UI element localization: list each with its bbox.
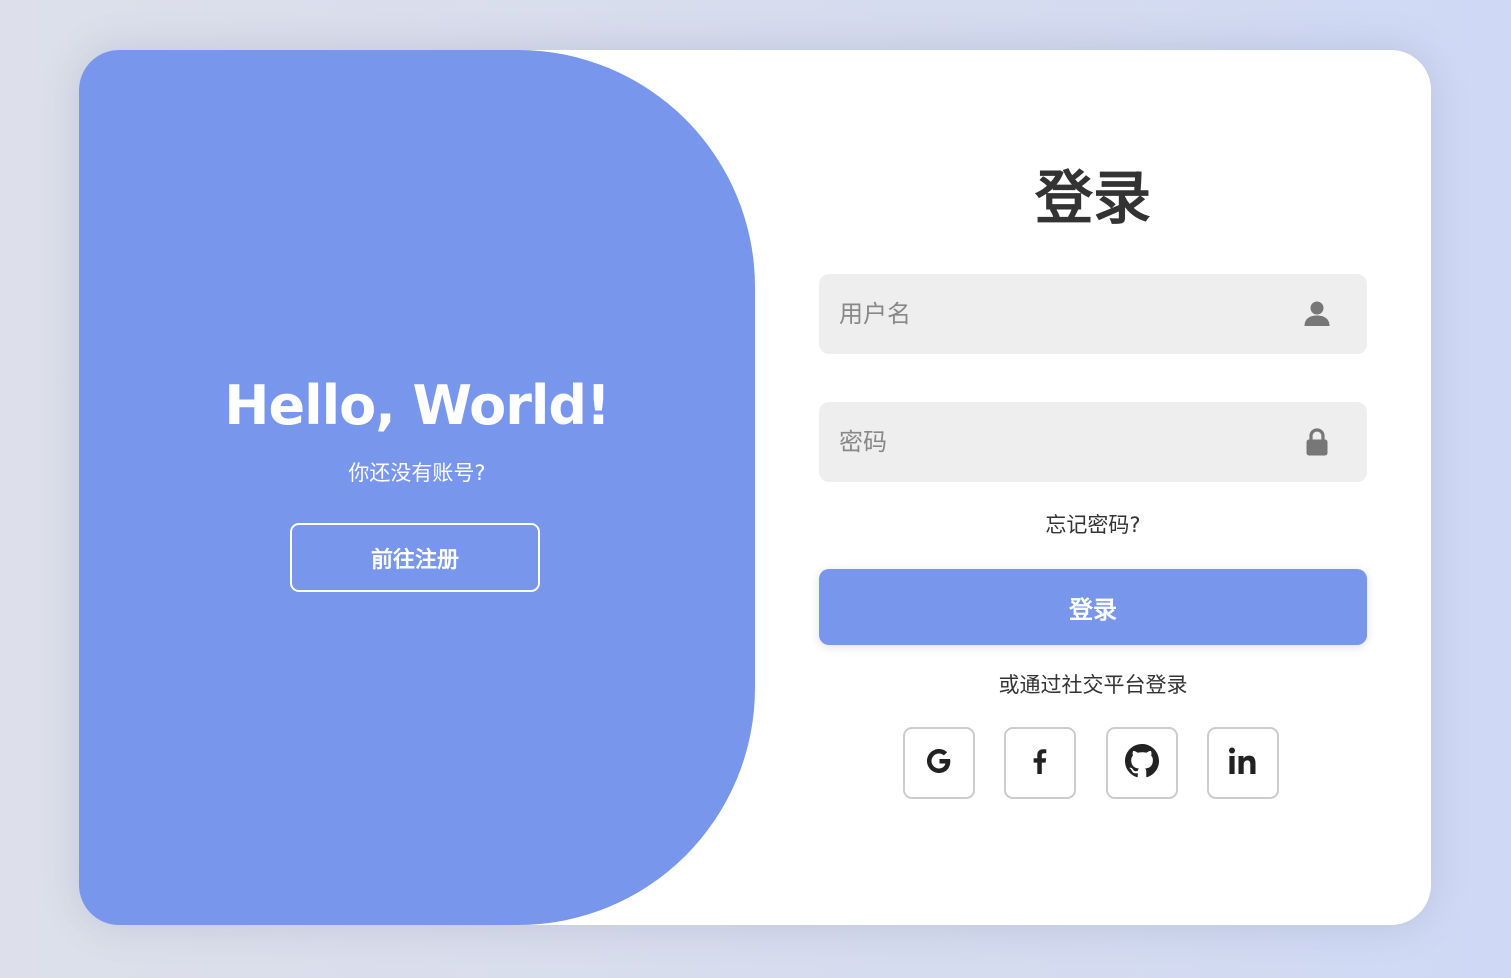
- user-icon: [1301, 298, 1333, 330]
- welcome-panel: Hello, World! 你还没有账号? 前往注册: [79, 50, 755, 925]
- github-login-button[interactable]: [1106, 727, 1178, 799]
- welcome-title: Hello, World!: [224, 374, 610, 437]
- linkedin-login-button[interactable]: [1207, 727, 1279, 799]
- login-title: 登录: [1034, 164, 1151, 232]
- google-login-button[interactable]: [903, 727, 975, 799]
- welcome-subtitle: 你还没有账号?: [348, 461, 486, 485]
- password-field[interactable]: [819, 402, 1367, 482]
- password-input[interactable]: [819, 402, 1279, 482]
- username-field[interactable]: [819, 274, 1367, 354]
- github-icon: [1125, 744, 1159, 782]
- forgot-password-link[interactable]: 忘记密码?: [819, 510, 1367, 540]
- social-buttons: [903, 727, 1283, 803]
- register-button[interactable]: 前往注册: [290, 523, 540, 592]
- username-input[interactable]: [819, 274, 1279, 354]
- google-icon: [923, 745, 955, 781]
- facebook-icon: [1024, 745, 1056, 781]
- login-button[interactable]: 登录: [819, 569, 1367, 645]
- auth-card: Hello, World! 你还没有账号? 前往注册 登录 忘记密码? 登录 或…: [79, 50, 1431, 925]
- linkedin-icon: [1226, 744, 1260, 782]
- social-login-text: 或通过社交平台登录: [998, 673, 1188, 697]
- lock-icon: [1301, 426, 1333, 458]
- facebook-login-button[interactable]: [1004, 727, 1076, 799]
